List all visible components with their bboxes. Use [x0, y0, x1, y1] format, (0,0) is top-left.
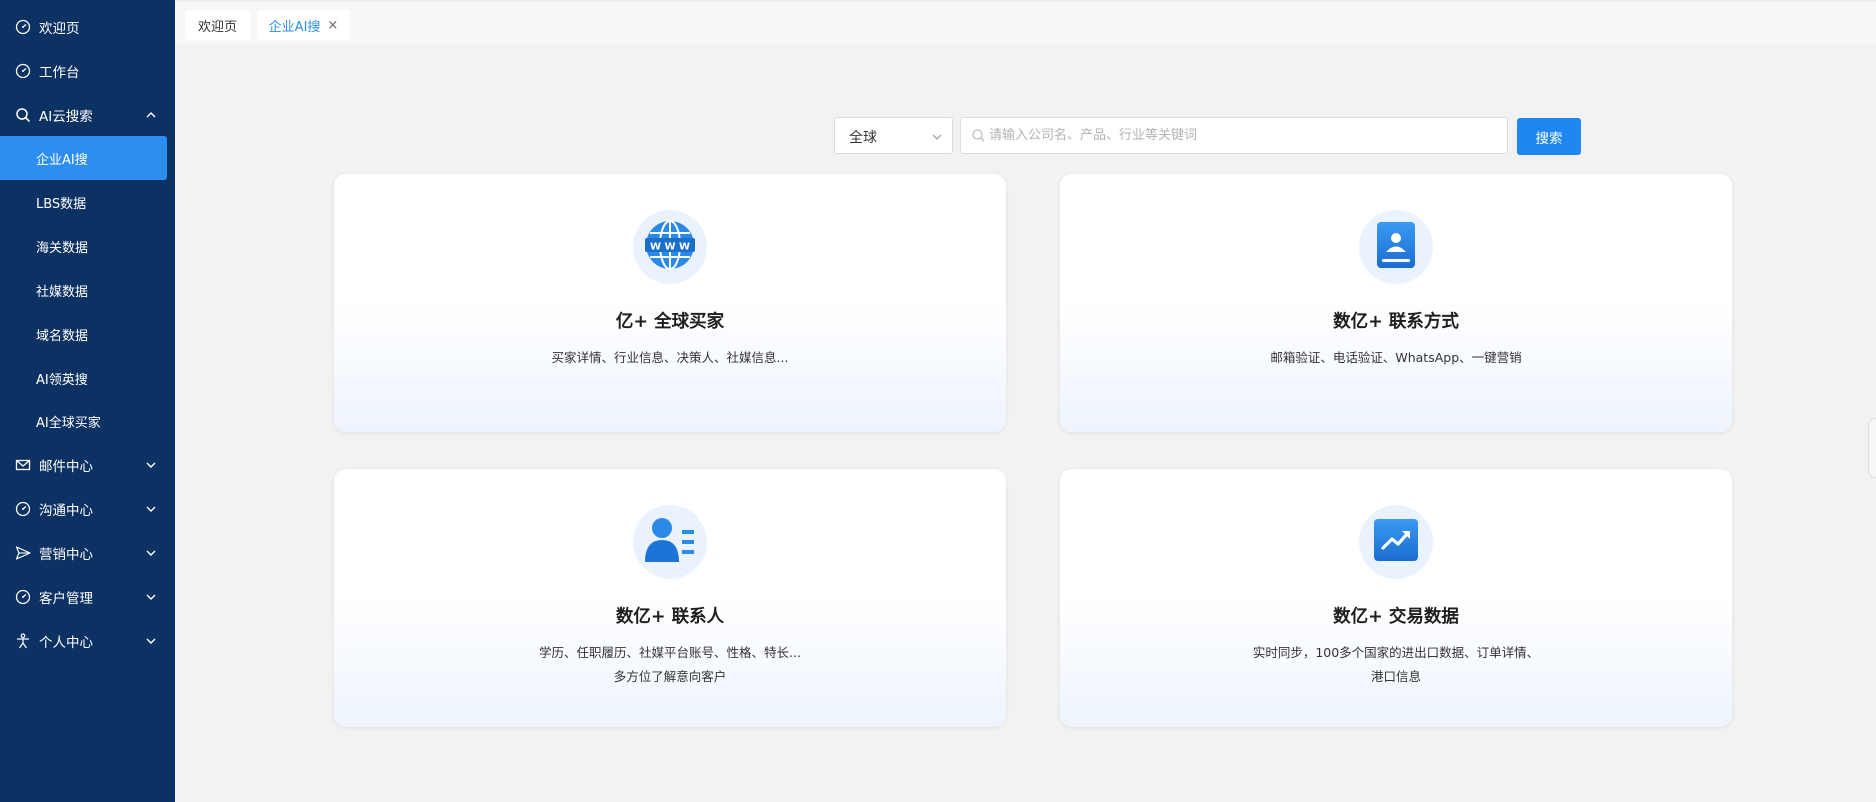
sidebar: 欢迎页 工作台 AI云搜索 企业AI搜 LBS数据 海关数据 社媒数据 域名数据…	[0, 0, 175, 802]
sidebar-subitem-lbs[interactable]: LBS数据	[0, 180, 175, 224]
chevron-up-icon	[144, 108, 158, 122]
tab-bar: 欢迎页 企业AI搜 ×	[175, 0, 1876, 44]
card-description: 邮箱验证、电话验证、WhatsApp、一键营销	[1060, 346, 1732, 370]
send-icon	[14, 544, 32, 562]
svg-text:W W W: W W W	[650, 242, 690, 253]
subitem-label: AI全球买家	[36, 415, 101, 431]
main-content: 全球 搜索 W W W 亿+ 全球买家 买家详情、行业信息、决策人、社媒信息..…	[175, 44, 1876, 802]
nav-item-workbench[interactable]: 工作台	[0, 49, 175, 93]
nav-label: 沟通中心	[39, 503, 93, 519]
subitem-label: AI领英搜	[36, 372, 88, 388]
chevron-down-icon	[144, 634, 158, 648]
sidebar-subitem-customs[interactable]: 海关数据	[0, 224, 175, 268]
nav-item-mail-center[interactable]: 邮件中心	[0, 443, 175, 487]
subitem-label: LBS数据	[36, 196, 87, 212]
nav-item-personal[interactable]: 个人中心	[0, 619, 175, 663]
trend-chart-icon	[1373, 518, 1419, 566]
nav-label: 客户管理	[39, 591, 93, 607]
card-contact-methods[interactable]: 数亿+ 联系方式 邮箱验证、电话验证、WhatsApp、一键营销	[1060, 174, 1732, 432]
nav-item-communication[interactable]: 沟通中心	[0, 487, 175, 531]
tab-label: 欢迎页	[197, 19, 237, 35]
card-desc-line: 买家详情、行业信息、决策人、社媒信息...	[551, 350, 789, 365]
search-input[interactable]	[989, 120, 1499, 151]
dashboard-icon	[14, 18, 32, 36]
nav-item-customers[interactable]: 客户管理	[0, 575, 175, 619]
subitem-label: 社媒数据	[36, 284, 89, 300]
nav-label: 欢迎页	[39, 21, 80, 37]
floating-side-handle[interactable]	[1868, 418, 1876, 478]
card-desc-line: 学历、任职履历、社媒平台账号、性格、特长...	[539, 645, 801, 660]
chevron-down-icon	[144, 502, 158, 516]
card-desc-line: 邮箱验证、电话验证、WhatsApp、一键营销	[1270, 350, 1522, 365]
card-desc-line: 港口信息	[1370, 669, 1421, 684]
sidebar-subitem-domain[interactable]: 域名数据	[0, 312, 175, 356]
chevron-down-icon	[931, 131, 943, 143]
nav-item-welcome[interactable]: 欢迎页	[0, 5, 175, 49]
nav-label: 工作台	[39, 65, 80, 81]
search-button[interactable]: 搜索	[1517, 118, 1581, 155]
card-icon-circle: W W W	[633, 210, 707, 284]
person-list-icon	[644, 515, 696, 569]
nav-label: AI云搜索	[39, 109, 93, 125]
dashboard-icon	[14, 588, 32, 606]
close-icon[interactable]: ×	[327, 18, 338, 33]
card-title: 数亿+ 交易数据	[1333, 607, 1459, 627]
card-title: 数亿+ 联系方式	[1333, 312, 1459, 332]
search-field[interactable]	[960, 117, 1508, 154]
nav-item-marketing[interactable]: 营销中心	[0, 531, 175, 575]
tab-enterprise-ai[interactable]: 企业AI搜 ×	[257, 10, 350, 40]
sidebar-subitem-social[interactable]: 社媒数据	[0, 268, 175, 312]
chevron-down-icon	[144, 590, 158, 604]
region-value: 全球	[849, 130, 877, 146]
sidebar-subitem-linkedin[interactable]: AI领英搜	[0, 356, 175, 400]
card-icon-circle	[1359, 505, 1433, 579]
person-icon	[14, 632, 32, 650]
nav-label: 邮件中心	[39, 459, 93, 475]
nav-label: 营销中心	[39, 547, 93, 563]
dashboard-icon	[14, 500, 32, 518]
mail-icon	[14, 456, 32, 474]
tab-label: 企业AI搜	[268, 19, 321, 35]
card-desc-line: 多方位了解意向客户	[613, 669, 727, 684]
dashboard-icon	[14, 62, 32, 80]
card-icon-circle	[1359, 210, 1433, 284]
subitem-label: 海关数据	[36, 240, 89, 256]
region-select[interactable]: 全球	[834, 117, 953, 154]
sidebar-subitem-enterprise-ai[interactable]: 企业AI搜	[0, 136, 167, 180]
subitem-label: 域名数据	[36, 328, 89, 344]
contact-book-icon	[1374, 221, 1418, 273]
card-trade-data[interactable]: 数亿+ 交易数据 实时同步，100多个国家的进出口数据、订单详情、 港口信息	[1060, 469, 1732, 727]
card-desc-line: 实时同步，100多个国家的进出口数据、订单详情、	[1252, 645, 1540, 660]
card-description: 实时同步，100多个国家的进出口数据、订单详情、 港口信息	[1060, 641, 1732, 689]
tab-welcome[interactable]: 欢迎页	[185, 10, 250, 40]
chevron-down-icon	[144, 458, 158, 472]
sidebar-subitem-global-buyers[interactable]: AI全球买家	[0, 399, 175, 443]
chevron-down-icon	[144, 546, 158, 560]
globe-www-icon: W W W	[643, 218, 697, 276]
card-contacts[interactable]: 数亿+ 联系人 学历、任职履历、社媒平台账号、性格、特长... 多方位了解意向客…	[334, 469, 1006, 727]
card-title: 亿+ 全球买家	[615, 312, 725, 332]
subitem-label: 企业AI搜	[36, 152, 88, 168]
nav-label: 个人中心	[39, 635, 93, 651]
card-title: 数亿+ 联系人	[615, 607, 725, 627]
card-icon-circle	[633, 505, 707, 579]
card-global-buyers[interactable]: W W W 亿+ 全球买家 买家详情、行业信息、决策人、社媒信息...	[334, 174, 1006, 432]
card-description: 学历、任职履历、社媒平台账号、性格、特长... 多方位了解意向客户	[334, 641, 1006, 689]
search-icon	[971, 128, 986, 143]
nav-item-ai-search[interactable]: AI云搜索	[0, 93, 175, 137]
card-description: 买家详情、行业信息、决策人、社媒信息...	[334, 346, 1006, 370]
search-icon	[14, 106, 32, 124]
